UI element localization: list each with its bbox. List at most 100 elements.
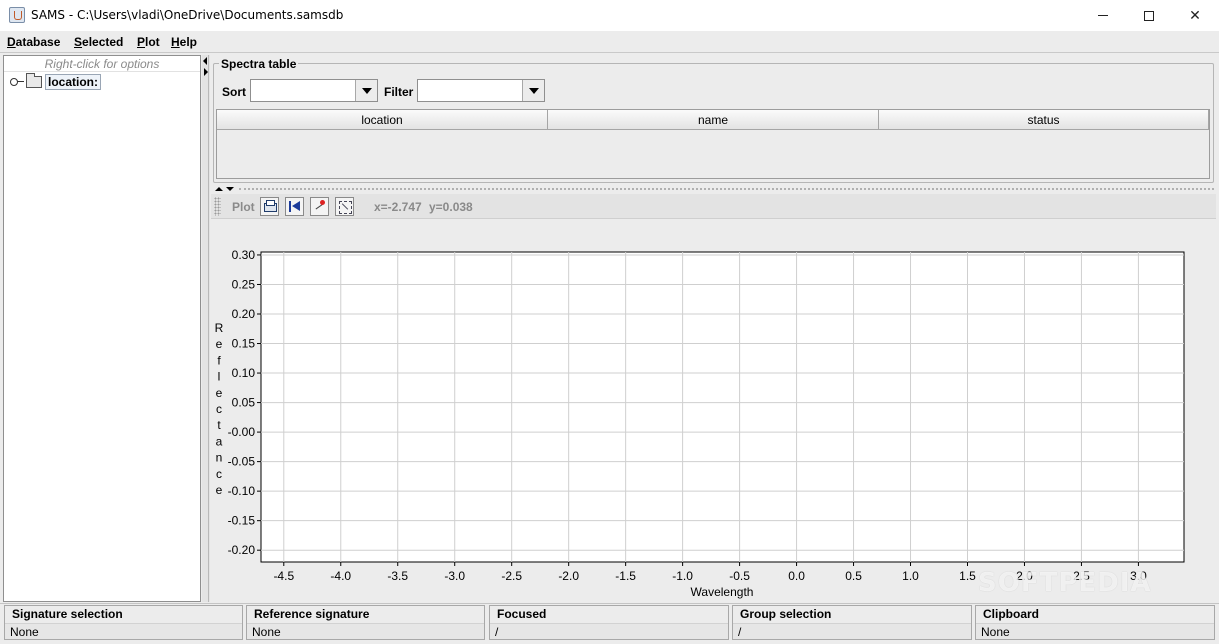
x-tick-label: -2.5 bbox=[501, 569, 522, 583]
x-coordinate-readout: x=-2.747 bbox=[374, 200, 422, 214]
x-tick-label: -3.0 bbox=[444, 569, 465, 583]
status-value: / bbox=[738, 625, 742, 639]
location-tree-panel[interactable]: Right-click for options location: bbox=[3, 55, 201, 602]
reflectance-plot[interactable]: -4.5 -4.0 -3.5 -3.0 -2.5 -2.0 -1.5 -1.0 -0.5 0.0 0… bbox=[211, 220, 1216, 602]
chevron-down-icon bbox=[528, 87, 539, 94]
fit-view-button[interactable] bbox=[335, 197, 354, 216]
toolbar-grip-icon[interactable] bbox=[214, 197, 221, 216]
collapse-up-icon[interactable] bbox=[215, 187, 223, 191]
y-axis-label-letter: a bbox=[216, 434, 223, 448]
y-tick-label: -0.10 bbox=[228, 484, 256, 498]
status-value: / bbox=[495, 625, 499, 639]
x-tick-label: 1.5 bbox=[959, 569, 976, 583]
y-tick-label: -0.00 bbox=[228, 425, 256, 439]
x-tick-label: -0.5 bbox=[729, 569, 750, 583]
folder-icon bbox=[26, 73, 42, 88]
plot-toolbar-label: Plot bbox=[232, 200, 255, 214]
filter-label: Filter bbox=[384, 85, 414, 99]
java-app-icon bbox=[9, 7, 25, 23]
y-axis-label-letter: c bbox=[216, 402, 222, 416]
filter-dropdown-button[interactable] bbox=[522, 80, 544, 101]
y-tick-label: 0.15 bbox=[232, 337, 256, 351]
tree-root-label[interactable]: location: bbox=[45, 74, 101, 90]
window-title: SAMS - C:\Users\vladi\OneDrive\Documents… bbox=[31, 8, 344, 22]
close-button[interactable]: ✕ bbox=[1172, 0, 1218, 31]
status-clipboard: Clipboard None bbox=[975, 605, 1215, 640]
y-axis-label-letter: R bbox=[215, 321, 224, 335]
spectra-table-title: Spectra table bbox=[219, 57, 299, 71]
status-value: None bbox=[981, 625, 1010, 639]
x-tick-label: -3.5 bbox=[387, 569, 408, 583]
y-coordinate-readout: y=0.038 bbox=[429, 200, 473, 214]
y-axis-label-letter: e bbox=[216, 337, 223, 351]
status-signature-selection: Signature selection None bbox=[4, 605, 243, 640]
menu-bar: Database Selected Plot Help bbox=[0, 31, 1219, 53]
y-axis-label-letter: l bbox=[218, 370, 221, 384]
sort-label: Sort bbox=[222, 85, 246, 99]
y-axis-label-letter: t bbox=[217, 418, 221, 432]
reset-view-button[interactable] bbox=[285, 197, 304, 216]
status-focused: Focused / bbox=[489, 605, 729, 640]
status-title: Group selection bbox=[740, 607, 832, 621]
status-title: Clipboard bbox=[983, 607, 1039, 621]
x-tick-label: 1.0 bbox=[902, 569, 919, 583]
filter-combo[interactable] bbox=[417, 79, 545, 102]
x-tick-label: -1.5 bbox=[615, 569, 636, 583]
plot-area[interactable]: -4.5 -4.0 -3.5 -3.0 -2.5 -2.0 -1.5 -1.0 -0.5 0.0 0… bbox=[211, 220, 1216, 602]
title-bar: SAMS - C:\Users\vladi\OneDrive\Documents… bbox=[0, 0, 1219, 31]
collapse-left-icon[interactable] bbox=[203, 57, 207, 65]
maximize-icon bbox=[1144, 10, 1154, 21]
horizontal-splitter[interactable] bbox=[213, 185, 1216, 193]
status-value: None bbox=[10, 625, 39, 639]
column-header-name[interactable]: name bbox=[548, 110, 879, 130]
status-title: Signature selection bbox=[12, 607, 123, 621]
status-title: Focused bbox=[497, 607, 547, 621]
plot-frame bbox=[260, 251, 1185, 563]
y-axis-label-letter: c bbox=[216, 467, 222, 481]
x-tick-label: -4.5 bbox=[273, 569, 294, 583]
y-tick-label: -0.15 bbox=[228, 514, 256, 528]
status-value: None bbox=[252, 625, 281, 639]
y-tick-label: -0.20 bbox=[228, 543, 256, 557]
maximize-button[interactable] bbox=[1126, 0, 1172, 31]
x-tick-label: 0.0 bbox=[788, 569, 805, 583]
menu-help[interactable]: Help bbox=[171, 35, 197, 49]
menu-database[interactable]: Database bbox=[7, 35, 60, 49]
x-tick-label: -2.0 bbox=[558, 569, 579, 583]
y-tick-label: 0.10 bbox=[232, 366, 256, 380]
y-tick-label: 0.30 bbox=[232, 248, 256, 262]
y-axis-label-letter: n bbox=[216, 451, 223, 465]
plot-toolbar bbox=[211, 194, 1216, 219]
x-tick-label: 0.5 bbox=[845, 569, 862, 583]
column-header-location[interactable]: location bbox=[217, 110, 548, 130]
print-button[interactable] bbox=[260, 197, 279, 216]
menu-plot[interactable]: Plot bbox=[137, 35, 160, 49]
splitter-divider bbox=[208, 55, 209, 602]
x-tick-label: -4.0 bbox=[330, 569, 351, 583]
status-reference-signature: Reference signature None bbox=[246, 605, 485, 640]
x-axis-label: Wavelength bbox=[691, 585, 754, 599]
y-tick-label: 0.20 bbox=[232, 307, 256, 321]
y-axis-label: Reflectance bbox=[215, 321, 224, 497]
sort-combo[interactable] bbox=[250, 79, 378, 102]
close-icon: ✕ bbox=[1189, 7, 1201, 24]
y-axis-label-letter: e bbox=[216, 483, 223, 497]
chevron-down-icon bbox=[361, 87, 372, 94]
menu-selected[interactable]: Selected bbox=[74, 35, 123, 49]
sort-dropdown-button[interactable] bbox=[355, 80, 377, 101]
y-axis-label-letter: e bbox=[216, 386, 223, 400]
tree-hint: Right-click for options bbox=[4, 56, 200, 72]
marker-button[interactable] bbox=[310, 197, 329, 216]
softpedia-watermark: SOFTPEDIA bbox=[978, 568, 1152, 598]
y-axis-label-letter: f bbox=[217, 353, 221, 367]
spectra-table[interactable]: location name status bbox=[216, 109, 1210, 179]
expand-down-icon[interactable] bbox=[226, 187, 234, 191]
status-title: Reference signature bbox=[254, 607, 370, 621]
tree-root-node[interactable]: location: bbox=[10, 73, 101, 90]
tree-handle-icon[interactable] bbox=[10, 77, 24, 87]
y-tick-label: -0.05 bbox=[228, 455, 256, 469]
column-header-status[interactable]: status bbox=[879, 110, 1209, 130]
minimize-button[interactable] bbox=[1080, 0, 1126, 31]
y-tick-label: 0.05 bbox=[232, 396, 256, 410]
x-tick-label: -1.0 bbox=[672, 569, 693, 583]
